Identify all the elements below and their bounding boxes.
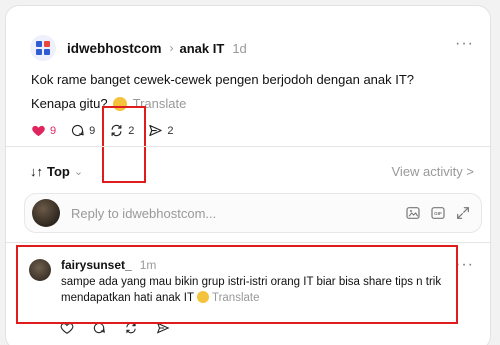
author-avatar[interactable] [30,35,56,61]
heart-icon [32,125,45,137]
share-icon [149,124,163,137]
current-user-avatar [32,199,60,227]
logo-icon [36,41,50,55]
comment-icon [72,124,84,137]
image-icon[interactable] [405,205,421,221]
community-link[interactable]: anak IT [180,41,225,56]
more-icon[interactable]: ··· [455,35,474,53]
reply-box[interactable]: Reply to idwebhostcom... GIF [24,193,482,233]
share-count: 2 [167,124,174,137]
svg-text:GIF: GIF [434,211,442,216]
like-count: 9 [50,124,57,137]
expand-icon[interactable] [455,205,471,221]
post-text-line2: Kenapa gitu? [31,96,108,111]
sort-icon: ↓↑ [30,164,43,179]
post-card: idwebhostcom › anak IT 1d ··· Kok rame b… [5,5,491,345]
divider [6,146,490,147]
view-activity-link[interactable]: View activity > [392,164,475,179]
sort-dropdown[interactable]: ↓↑ Top ⌄ [30,164,83,179]
chevron-down-icon: ⌄ [73,166,84,178]
share-button[interactable]: 2 [148,123,174,138]
comment-count: 9 [89,124,96,137]
repost-highlight-box [102,106,146,183]
gif-icon[interactable]: GIF [430,205,446,221]
like-button[interactable]: 9 [31,123,56,138]
sort-label: Top [47,164,70,179]
divider [6,242,490,243]
chevron-right-icon: › [169,41,174,55]
comment-highlight-box [16,245,458,324]
post-author[interactable]: idwebhostcom [67,41,162,56]
post-text-line1: Kok rame banget cewek-cewek pengen berjo… [31,72,415,87]
comment-button[interactable]: 9 [70,123,95,138]
post-time: 1d [232,40,247,56]
reply-input[interactable]: Reply to idwebhostcom... [71,206,396,221]
post-header: idwebhostcom › anak IT 1d [30,33,247,63]
reply-tools: GIF [396,205,471,221]
